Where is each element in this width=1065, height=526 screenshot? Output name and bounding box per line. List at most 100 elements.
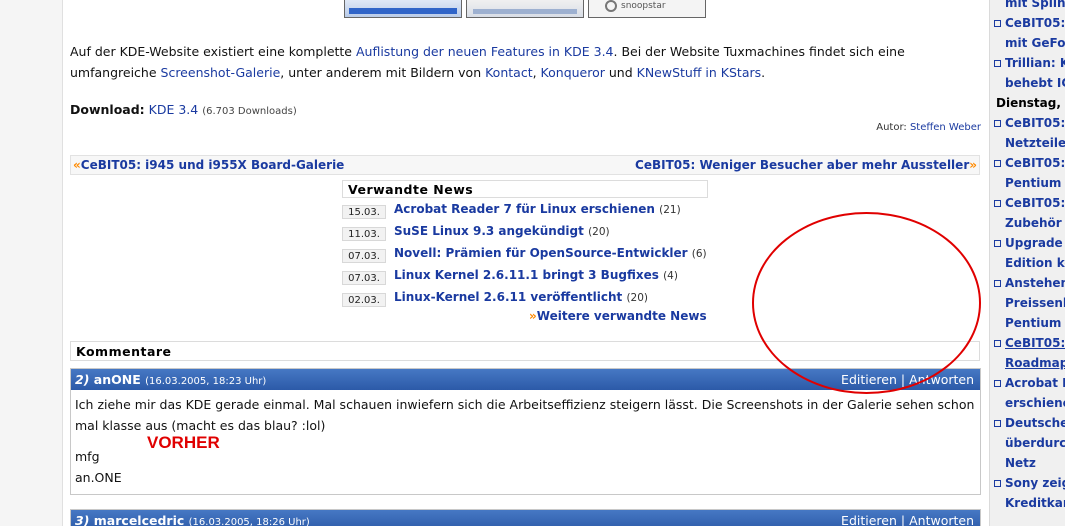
sidebar-news-link[interactable]: mit Splint (1005, 0, 1065, 10)
link-knewstuff[interactable]: KNewStuff in KStars (637, 65, 762, 80)
bullet-icon (994, 340, 1001, 347)
related-item-link[interactable]: Linux-Kernel 2.6.11 veröffentlicht (20) (394, 290, 648, 304)
double-chevron-right-icon: » (529, 309, 537, 323)
separator: | (900, 513, 906, 526)
sidebar-news-link[interactable]: Netzteile (1005, 136, 1065, 150)
sidebar-news-link[interactable]: Upgrade (994, 236, 1063, 250)
comment-author-name: marcelcedric (93, 513, 185, 526)
comment-actions: Editieren | Antworten (841, 372, 974, 387)
more-label: Weitere verwandte News (536, 309, 707, 323)
screenshot-thumbnail-1[interactable] (344, 0, 462, 18)
bullet-icon (994, 120, 1001, 127)
comment-author: 3) marcelcedric (16.03.2005, 18:26 Uhr) (75, 513, 310, 526)
related-item-title: Acrobat Reader 7 für Linux erschienen (394, 202, 655, 216)
more-related-news-link[interactable]: »Weitere verwandte News (529, 309, 707, 323)
link-konqueror[interactable]: Konqueror (541, 65, 605, 80)
related-item: 15.03. Acrobat Reader 7 für Linux erschi… (342, 198, 708, 220)
sidebar-news-link[interactable]: CeBIT05: (994, 16, 1065, 30)
related-news-header: Verwandte News (342, 180, 708, 198)
sidebar-news-link[interactable]: Acrobat R (994, 376, 1065, 390)
related-item: 07.03. Novell: Prämien für OpenSource-En… (342, 242, 708, 264)
sidebar-news-link[interactable]: Zubehör f (1005, 216, 1065, 230)
bullet-icon (994, 380, 1001, 387)
sidebar-news-link[interactable]: mit GeFor (1005, 36, 1065, 50)
related-item-link[interactable]: Linux Kernel 2.6.11.1 bringt 3 Bugfixes … (394, 268, 678, 282)
double-chevron-right-icon: » (969, 158, 977, 172)
sidebar-news-link[interactable]: Anstehen (994, 276, 1065, 290)
download-label: Download: (70, 102, 145, 117)
related-item-date: 07.03. (342, 249, 386, 263)
comment-timestamp: (16.03.2005, 18:23 Uhr) (145, 376, 267, 387)
related-item-link[interactable]: Acrobat Reader 7 für Linux erschienen (2… (394, 202, 681, 216)
thumbnail-image (473, 9, 577, 14)
edit-link[interactable]: Editieren (841, 372, 897, 387)
sidebar-news-title: Sony zeig (1005, 476, 1065, 490)
text: und (604, 65, 637, 80)
sidebar-news-link[interactable]: Trillian: K (994, 56, 1065, 70)
sidebar-news-link[interactable]: behebt IC (1005, 76, 1065, 90)
related-item-date: 15.03. (342, 205, 386, 219)
previous-article-link[interactable]: «CeBIT05: i945 und i955X Board-Galerie (73, 158, 344, 172)
main-content: snoopstar Auf der KDE-Website existiert … (62, 0, 989, 526)
sidebar-news-link[interactable]: CeBIT05: (994, 336, 1065, 350)
text: Auf der KDE-Website existiert eine kompl… (70, 44, 356, 59)
download-link[interactable]: KDE 3.4 (149, 102, 199, 117)
related-item: 02.03. Linux-Kernel 2.6.11 veröffentlich… (342, 286, 708, 308)
related-item-link[interactable]: Novell: Prämien für OpenSource-Entwickle… (394, 246, 707, 260)
comment-header-bar: 2) anONE (16.03.2005, 18:23 Uhr) Editier… (71, 369, 980, 390)
link-kontact[interactable]: Kontact (485, 65, 532, 80)
author-link[interactable]: Steffen Weber (910, 122, 981, 133)
comment-number: 2) (75, 372, 90, 387)
sidebar-news-link[interactable]: CeBIT05: (994, 116, 1065, 130)
download-line: Download: KDE 3.4 (6.703 Downloads) (70, 102, 297, 117)
sidebar-news-link[interactable]: Edition ko (1005, 256, 1065, 270)
sidebar-news-link[interactable]: Sony zeig (994, 476, 1065, 490)
double-chevron-left-icon: « (73, 158, 81, 172)
sidebar-news-link[interactable]: Pentium M (1005, 316, 1065, 330)
right-sidebar: mit Splint CeBIT05: mit GeFor Trillian: … (989, 0, 1065, 526)
screenshot-thumbnail-3[interactable]: snoopstar (588, 0, 706, 18)
bullet-icon (994, 240, 1001, 247)
snoopstar-logo-icon (605, 0, 617, 12)
related-item: 11.03. SuSE Linux 9.3 angekündigt (20) (342, 220, 708, 242)
sidebar-news-link[interactable]: überdurch (1005, 436, 1065, 450)
related-item-count: (21) (659, 204, 681, 216)
next-article-link[interactable]: CeBIT05: Weniger Besucher aber mehr Auss… (635, 158, 977, 172)
sidebar-news-link[interactable]: Netz (1005, 456, 1036, 470)
edit-link[interactable]: Editieren (841, 513, 897, 526)
related-item-count: (20) (588, 226, 610, 238)
bullet-icon (994, 200, 1001, 207)
article-paragraph: Auf der KDE-Website existiert eine kompl… (70, 41, 980, 83)
sidebar-news-link[interactable]: erschiene (1005, 396, 1065, 410)
author-label: Autor: (876, 122, 907, 133)
sidebar-news-link[interactable]: Deutsche (994, 416, 1065, 430)
screenshot-thumbnail-2[interactable] (466, 0, 584, 18)
related-item-title: Linux-Kernel 2.6.11 veröffentlicht (394, 290, 623, 304)
reply-link[interactable]: Antworten (909, 513, 974, 526)
comment-header-bar: 3) marcelcedric (16.03.2005, 18:26 Uhr) … (71, 510, 980, 526)
sidebar-day-heading: Dienstag, 1 (996, 96, 1065, 110)
sidebar-news-link[interactable]: Kreditkar (1005, 496, 1065, 510)
related-item: 07.03. Linux Kernel 2.6.11.1 bringt 3 Bu… (342, 264, 708, 286)
sidebar-news-link[interactable]: Preissenk (1005, 296, 1065, 310)
comment-author: 2) anONE (16.03.2005, 18:23 Uhr) (75, 372, 266, 387)
bullet-icon (994, 420, 1001, 427)
related-item-link[interactable]: SuSE Linux 9.3 angekündigt (20) (394, 224, 610, 238)
link-screenshot-galerie[interactable]: Screenshot-Galerie (161, 65, 281, 80)
comment-signature: an.ONE (75, 470, 122, 485)
separator: | (900, 372, 906, 387)
sidebar-news-title: CeBIT05: (1005, 336, 1065, 350)
link-kde-features[interactable]: Auflistung der neuen Features in KDE 3.4 (356, 44, 614, 59)
related-item-count: (4) (663, 270, 678, 282)
vorher-annotation: VORHER (147, 433, 220, 452)
comment-number: 3) (75, 513, 90, 526)
bullet-icon (994, 480, 1001, 487)
sidebar-news-link[interactable]: Roadmap (1005, 356, 1065, 370)
sidebar-news-link[interactable]: Pentium M (1005, 176, 1065, 190)
bullet-icon (994, 20, 1001, 27)
text: , (532, 65, 541, 80)
comment: 3) marcelcedric (16.03.2005, 18:26 Uhr) … (70, 509, 981, 526)
sidebar-news-link[interactable]: CeBIT05: (994, 196, 1065, 210)
sidebar-news-link[interactable]: CeBIT05: (994, 156, 1065, 170)
reply-link[interactable]: Antworten (909, 372, 974, 387)
